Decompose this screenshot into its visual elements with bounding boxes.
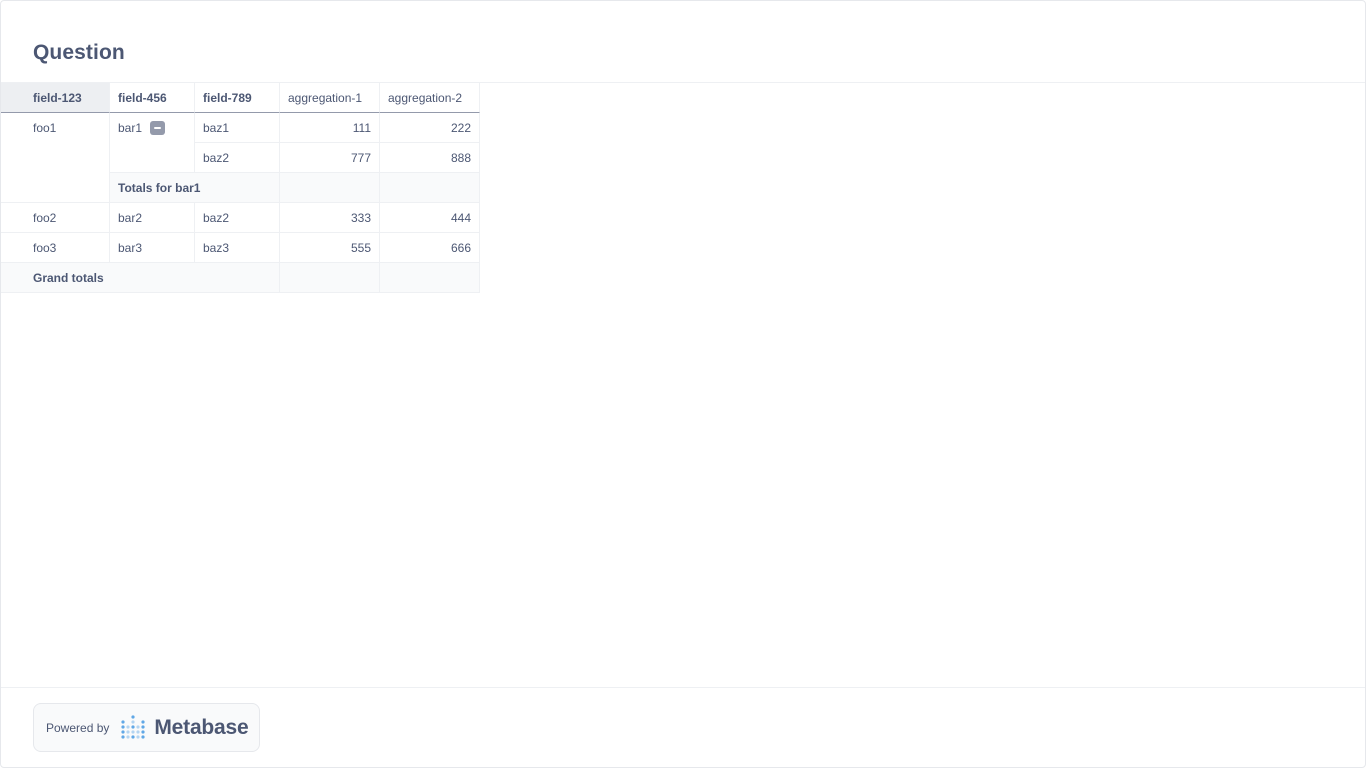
powered-by-text: Powered by (46, 720, 110, 735)
subtotal-value-cell (380, 173, 480, 203)
row-header-cell: baz3 (195, 233, 280, 263)
question-title: Question (33, 41, 125, 64)
powered-by-badge[interactable]: Powered by Metabase (33, 703, 260, 752)
grand-total-value-cell (280, 263, 380, 293)
column-header-aggregation-2[interactable]: aggregation-2 (380, 83, 480, 113)
pivot-table: field-123 field-456 field-789 aggregatio… (1, 83, 480, 293)
metabase-logo-icon (121, 714, 145, 739)
column-header-field-456[interactable]: field-456 (110, 83, 195, 113)
value-cell: 333 (280, 203, 380, 233)
grand-total-label: Grand totals (1, 263, 280, 293)
subtotal-label: Totals for bar1 (110, 173, 280, 203)
row-header-cell: foo2 (1, 203, 110, 233)
metabase-brand: Metabase (154, 715, 249, 739)
row-header-cell: bar1 (110, 113, 195, 173)
column-header-field-789[interactable]: field-789 (195, 83, 280, 113)
row-header-cell: bar2 (110, 203, 195, 233)
value-cell: 555 (280, 233, 380, 263)
value-cell: 111 (280, 113, 380, 143)
value-cell: 222 (380, 113, 480, 143)
footer-divider (1, 687, 1365, 688)
value-cell: 777 (280, 143, 380, 173)
subtotal-value-cell (280, 173, 380, 203)
minus-icon[interactable] (150, 121, 166, 135)
row-header-cell: baz1 (195, 113, 280, 143)
value-cell: 444 (380, 203, 480, 233)
column-header-field-123[interactable]: field-123 (1, 83, 110, 113)
row-header-cell: bar3 (110, 233, 195, 263)
grand-total-value-cell (380, 263, 480, 293)
row-header-cell: baz2 (195, 203, 280, 233)
row-header-cell: foo3 (1, 233, 110, 263)
value-cell: 888 (380, 143, 480, 173)
column-header-aggregation-1[interactable]: aggregation-1 (280, 83, 380, 113)
value-cell: 666 (380, 233, 480, 263)
row-header-cell: foo1 (1, 113, 110, 203)
row-header-cell: baz2 (195, 143, 280, 173)
